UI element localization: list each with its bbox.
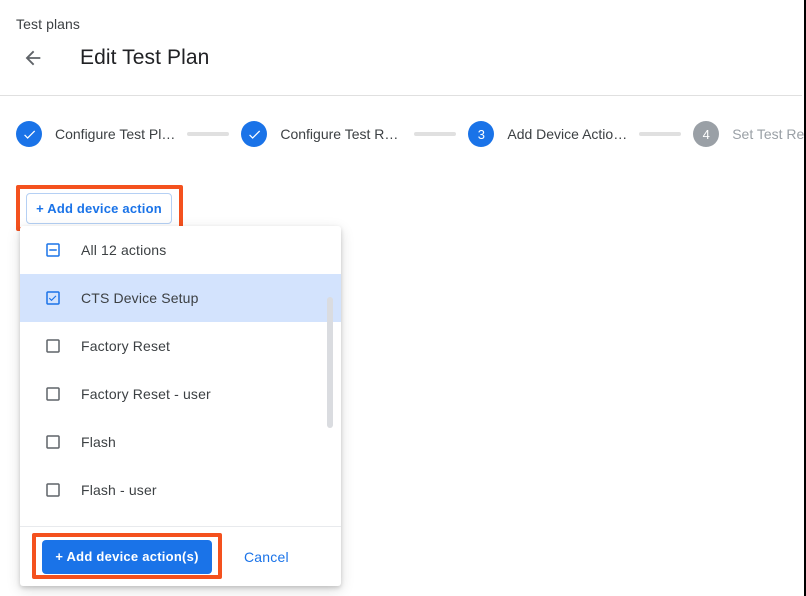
list-item-factory-reset[interactable]: Factory Reset (20, 322, 341, 370)
list-item-label: Flash (81, 434, 116, 450)
stepper-step-1-label: Configure Test Pl… (55, 126, 175, 142)
stepper-step-2-label: Configure Test Ru… (280, 126, 402, 142)
header-divider (0, 95, 802, 96)
stepper-connector-2 (414, 132, 456, 136)
title-row: Edit Test Plan (16, 40, 209, 76)
list-item-cts-device-setup[interactable]: CTS Device Setup (20, 274, 341, 322)
stepper-step-3-label: Add Device Actio… (507, 126, 627, 142)
checkbox-unchecked-icon[interactable] (44, 337, 62, 355)
list-item-label: CTS Device Setup (81, 290, 199, 306)
checkbox-unchecked-icon[interactable] (44, 481, 62, 499)
stepper-connector-1 (187, 132, 229, 136)
vertical-scrollbar-thumb[interactable] (327, 297, 333, 428)
cancel-button[interactable]: Cancel (240, 543, 293, 571)
stepper-step-1[interactable]: Configure Test Pl… (16, 121, 175, 147)
page-title: Edit Test Plan (80, 46, 209, 70)
stepper-step-4[interactable]: 4 Set Test Resourc… (693, 121, 806, 147)
breadcrumb[interactable]: Test plans (16, 16, 80, 32)
device-action-dropdown-panel: All 12 actions CTS Device Setup Fac (20, 226, 341, 586)
add-device-action-button[interactable]: + Add device action (26, 193, 172, 224)
stepper-step-2[interactable]: Configure Test Ru… (241, 121, 402, 147)
list-item-all-actions[interactable]: All 12 actions (20, 226, 341, 274)
confirm-add-device-actions-button[interactable]: + Add device action(s) (42, 540, 212, 574)
device-action-list: All 12 actions CTS Device Setup Fac (20, 226, 341, 526)
stepper-connector-3 (639, 132, 681, 136)
stepper-step-3-number: 3 (468, 121, 494, 147)
checkbox-checked-icon[interactable] (44, 289, 62, 307)
list-item-label: All 12 actions (81, 242, 166, 258)
stepper-step-3[interactable]: 3 Add Device Actio… (468, 121, 627, 147)
stepper-step-4-label: Set Test Resourc… (732, 126, 806, 142)
stepper-step-4-number: 4 (693, 121, 719, 147)
checkbox-unchecked-icon[interactable] (44, 433, 62, 451)
arrow-left-icon[interactable] (16, 41, 50, 75)
list-item-label: Factory Reset - user (81, 386, 211, 402)
list-item-flash[interactable]: Flash (20, 418, 341, 466)
list-item-flash-user[interactable]: Flash - user (20, 466, 341, 514)
dropdown-footer: + Add device action(s) Cancel (20, 526, 341, 586)
check-icon (241, 121, 267, 147)
list-item-label: Factory Reset (81, 338, 170, 354)
list-item-factory-reset-user[interactable]: Factory Reset - user (20, 370, 341, 418)
stepper: Configure Test Pl… Configure Test Ru… 3 … (16, 118, 806, 150)
checkbox-unchecked-icon[interactable] (44, 385, 62, 403)
check-icon (16, 121, 42, 147)
edit-test-plan-page: Test plans Edit Test Plan Configure Test… (0, 0, 806, 596)
list-item-label: Flash - user (81, 482, 157, 498)
checkbox-indeterminate-icon[interactable] (44, 241, 62, 259)
